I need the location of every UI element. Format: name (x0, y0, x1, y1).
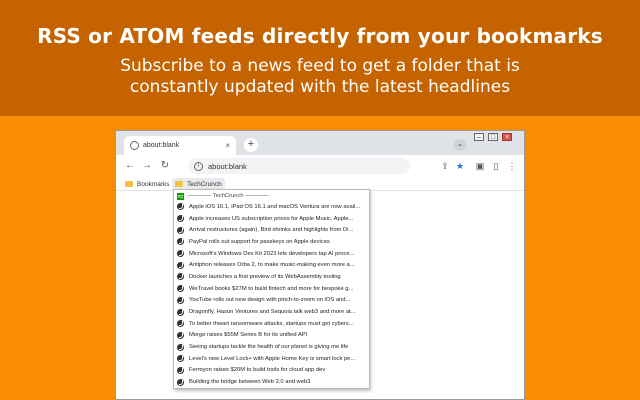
back-icon[interactable]: ← (124, 159, 136, 173)
feed-item[interactable]: To better thwart ransomware attacks, sta… (174, 318, 369, 330)
rss-item-icon (177, 238, 184, 246)
rss-item-icon (177, 343, 184, 351)
rss-item-icon (177, 261, 184, 269)
feed-header[interactable]: TC ———— TechCrunch ———— (174, 191, 369, 201)
browser-toolbar: ← → ↻ i about:blank ⇪ ★ ▣ ▯ ⋮ (116, 155, 524, 177)
feed-item-title: Fermyon raises $20M to build tools for c… (189, 367, 326, 374)
feed-item[interactable]: Apple increases US subscription prices f… (174, 213, 369, 225)
feed-item-title: Docker launches a first preview of its W… (189, 273, 341, 280)
feed-item[interactable]: Apple iOS 16.1, iPad OS 16.1 and macOS V… (174, 201, 369, 213)
rss-item-icon (177, 285, 184, 293)
bookmark-label: TechCrunch (187, 180, 222, 188)
feed-item[interactable]: Building the bridge between Web 2.0 and … (174, 376, 369, 388)
feed-item-title: Building the bridge between Web 2.0 and … (189, 379, 311, 386)
title-bar: about:blank × + ⌄ – □ × (116, 131, 524, 155)
new-tab-button[interactable]: + (244, 138, 258, 152)
address-bar[interactable]: i about:blank (188, 158, 410, 174)
feed-dropdown-menu: TC ———— TechCrunch ———— Apple iOS 16.1, … (173, 189, 370, 389)
maximize-button[interactable]: □ (488, 133, 498, 141)
tab-close-icon[interactable]: × (225, 141, 230, 150)
feed-item-title: Dragonfly, Hasun Ventures and Sequoia ta… (189, 309, 356, 316)
feed-item[interactable]: Antiphon releases Orba 2, to make music-… (174, 259, 369, 271)
feed-item[interactable]: YouTube rolls out new design with pinch-… (174, 295, 369, 307)
feed-item[interactable]: Merge raises $55M Series B for its unifi… (174, 330, 369, 342)
feed-item[interactable]: Arrival restructures (again), Bird shrin… (174, 224, 369, 236)
bookmark-star-icon[interactable]: ★ (455, 161, 465, 171)
share-icon[interactable]: ⇪ (440, 161, 450, 171)
rss-item-icon (177, 366, 184, 374)
banner-subtitle: Subscribe to a news feed to get a folder… (0, 56, 640, 98)
rss-item-icon (177, 378, 184, 386)
feed-item[interactable]: Fermyon raises $20M to build tools for c… (174, 365, 369, 377)
rss-item-icon (177, 320, 184, 328)
minimize-button[interactable]: – (474, 133, 484, 141)
rss-item-icon (177, 355, 184, 363)
info-icon[interactable]: i (194, 161, 203, 171)
rss-item-icon (177, 250, 184, 258)
reading-list-icon[interactable]: ▣ (475, 161, 485, 171)
feed-item[interactable]: Microsoft's Windows Dev Kit 2023 lets de… (174, 248, 369, 260)
close-window-button[interactable]: × (502, 133, 512, 141)
folder-icon (175, 181, 183, 187)
feed-header-label: ———— TechCrunch ———— (188, 193, 269, 199)
rss-item-icon (177, 296, 184, 304)
feed-item[interactable]: Seeing startups tackle the health of our… (174, 341, 369, 353)
feed-item-title: Merge raises $55M Series B for its unifi… (189, 332, 308, 339)
folder-icon (125, 181, 133, 187)
rss-item-icon (177, 215, 184, 223)
rss-item-icon (177, 203, 184, 211)
feed-item-title: To better thwart ransomware attacks, sta… (189, 320, 354, 327)
rss-item-icon (177, 331, 184, 339)
feed-items: Apple iOS 16.1, iPad OS 16.1 and macOS V… (174, 201, 369, 388)
feed-item-title: WeTravel books $27M to build fintech and… (189, 285, 354, 292)
feed-item-title: Microsoft's Windows Dev Kit 2023 lets de… (189, 250, 355, 257)
feed-item-title: Seeing startups tackle the health of our… (189, 344, 349, 351)
feed-item-title: Level's new Level Lock+ with Apple Home … (189, 355, 356, 362)
feed-item[interactable]: Level's new Level Lock+ with Apple Home … (174, 353, 369, 365)
menu-icon[interactable]: ⋮ (507, 161, 517, 171)
techcrunch-favicon-icon: TC (177, 192, 184, 200)
feed-item[interactable]: WeTravel books $27M to build fintech and… (174, 283, 369, 295)
feed-item-title: Apple increases US subscription prices f… (189, 215, 354, 222)
feed-item-title: Antiphon releases Orba 2, to make music-… (189, 262, 355, 269)
tab-title: about:blank (143, 142, 180, 149)
feed-item-title: Apple iOS 16.1, iPad OS 16.1 and macOS V… (189, 203, 361, 210)
bookmark-label: Bookmarks (137, 180, 170, 188)
reload-icon[interactable]: ↻ (159, 159, 171, 173)
bookmark-folder-bookmarks[interactable]: Bookmarks (122, 178, 173, 190)
feed-item-title: Arrival restructures (again), Bird shrin… (189, 227, 354, 234)
banner-title: RSS or ATOM feeds directly from your boo… (37, 24, 603, 48)
rss-item-icon (177, 308, 184, 316)
banner-subtitle-line-2: constantly updated with the latest headl… (129, 77, 511, 97)
feed-item-title: PayPal rolls out support for passkeys on… (189, 238, 330, 245)
promo-banner: RSS or ATOM feeds directly from your boo… (0, 0, 640, 116)
feed-item[interactable]: Dragonfly, Hasun Ventures and Sequoia ta… (174, 306, 369, 318)
profile-icon[interactable]: ▯ (491, 161, 501, 171)
banner-subtitle-line-1: Subscribe to a news feed to get a folder… (120, 56, 520, 76)
forward-icon[interactable]: → (141, 159, 153, 173)
rss-item-icon (177, 273, 184, 281)
feed-item[interactable]: Docker launches a first preview of its W… (174, 271, 369, 283)
browser-window: about:blank × + ⌄ – □ × ← → ↻ i about:bl… (115, 130, 525, 400)
rss-item-icon (177, 226, 184, 234)
address-text: about:blank (208, 161, 247, 171)
tab-search-button[interactable]: ⌄ (454, 139, 466, 151)
feed-item-title: YouTube rolls out new design with pinch-… (189, 297, 351, 304)
feed-item[interactable]: PayPal rolls out support for passkeys on… (174, 236, 369, 248)
globe-icon (130, 141, 139, 150)
tab-about-blank[interactable]: about:blank × (124, 136, 236, 155)
